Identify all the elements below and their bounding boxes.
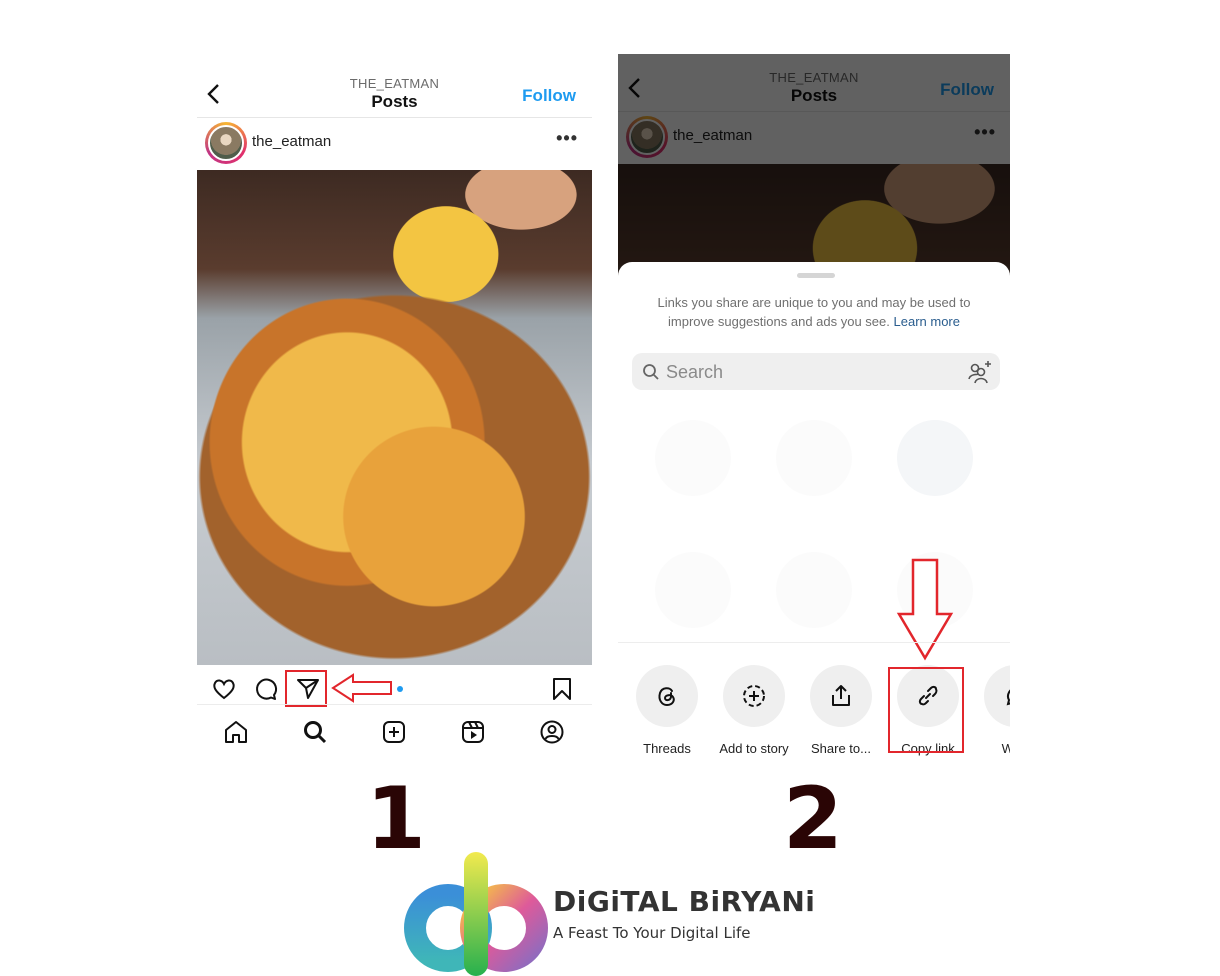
avatar[interactable] [205,122,247,164]
post-actions [197,670,592,707]
share-notice: Links you share are unique to you and ma… [638,293,990,331]
share-sheet: Links you share are unique to you and ma… [618,262,1010,760]
share-option-label: Wha [1001,741,1010,756]
share-to-button[interactable]: Share to... [797,665,885,756]
recipient-item[interactable] [764,552,864,628]
post-image[interactable] [197,170,592,665]
search-input[interactable] [666,359,946,385]
share-option-label: Threads [643,741,691,756]
copy-link-highlight [888,667,964,753]
threads-icon [658,687,675,707]
profile-icon[interactable] [539,719,565,745]
pointer-arrow-left-icon [331,673,392,703]
search-icon[interactable] [302,719,328,745]
share-threads-button[interactable]: Threads [623,665,711,756]
add-story-icon [743,685,765,707]
recipient-item[interactable] [643,420,743,508]
whatsapp-icon [1006,689,1010,706]
sheet-drag-handle[interactable] [797,273,835,278]
add-people-icon[interactable] [966,358,994,386]
learn-more-link[interactable]: Learn more [894,314,960,329]
recipient-item[interactable] [885,420,985,508]
post-user-row: the_eatman ••• [197,118,592,170]
share-out-icon [832,685,850,706]
share-button-highlight [285,670,327,707]
follow-button[interactable]: Follow [522,86,576,106]
share-add-to-story-button[interactable]: Add to story [710,665,798,756]
post-header: THE_EATMAN Posts Follow [197,60,592,118]
brand-tagline: A Feast To Your Digital Life [553,924,751,942]
brand-name: DiGiTAL BiRYANi [553,885,816,918]
step1-screen: THE_EATMAN Posts Follow the_eatman ••• [197,60,592,760]
step-number-2: 2 [783,769,843,869]
reels-icon[interactable] [460,719,486,745]
bottom-nav [197,704,592,760]
step2-screen: THE_EATMAN Posts Follow the_eatman ••• L… [618,54,1010,760]
share-whatsapp-button[interactable]: Wha [971,665,1010,756]
digital-biryani-logo-icon [404,852,548,976]
share-option-label: Add to story [719,741,789,756]
modal-backdrop[interactable] [618,54,1010,294]
post-username[interactable]: the_eatman [252,133,331,150]
share-options-row: Threads Add to story Share to... Copy li… [618,642,1010,760]
more-options-button[interactable]: ••• [556,128,578,149]
share-option-label: Share to... [811,741,871,756]
comment-icon[interactable] [253,676,279,702]
bookmark-icon[interactable] [549,676,575,702]
heart-icon[interactable] [211,676,237,702]
search-icon [643,364,659,380]
recipient-item[interactable] [643,552,743,628]
home-icon[interactable] [223,719,249,745]
create-icon[interactable] [381,719,407,745]
carousel-indicator [397,686,403,692]
search-field[interactable] [632,353,1000,390]
recipient-item[interactable] [764,420,864,508]
